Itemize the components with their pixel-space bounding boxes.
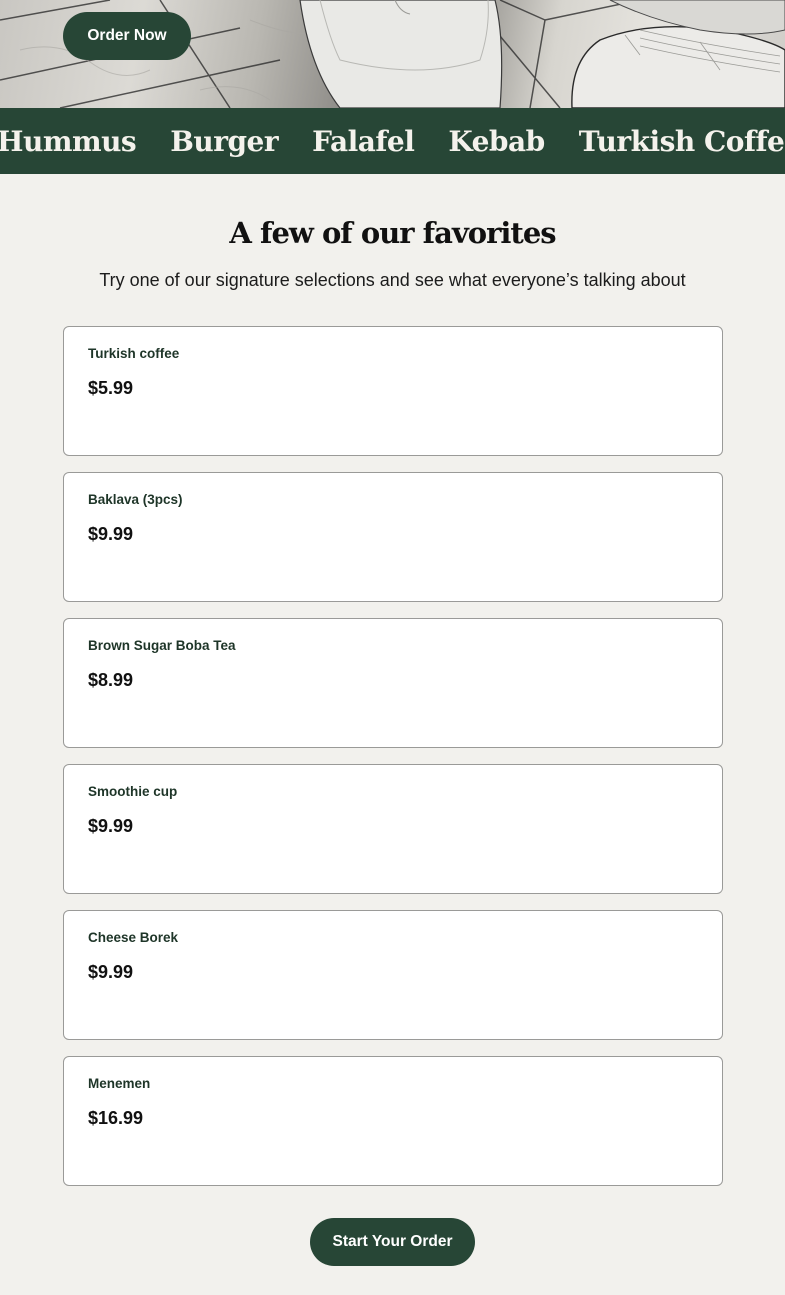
marquee-item: Turkish Coffe xyxy=(578,124,785,158)
favorites-title: A few of our favorites xyxy=(229,216,556,250)
menu-item-price: $9.99 xyxy=(88,816,134,836)
menu-item-name: Turkish coffee xyxy=(88,346,180,361)
menu-item-price: $8.99 xyxy=(88,670,134,690)
marquee-track: Hummus Burger Falafel Kebab Turkish Coff… xyxy=(0,108,785,174)
menu-item-price: $16.99 xyxy=(88,1108,144,1128)
favorites-subtitle: Try one of our signature selections and … xyxy=(99,270,686,290)
start-order-button[interactable]: Start Your Order xyxy=(310,1218,475,1266)
order-now-button[interactable]: Order Now xyxy=(63,12,191,60)
menu-item-price: $9.99 xyxy=(88,524,134,544)
menu-item-name: Cheese Borek xyxy=(88,930,179,945)
menu-item-name: Baklava (3pcs) xyxy=(88,492,183,507)
menu-item-name: Smoothie cup xyxy=(88,784,178,799)
menu-item-card[interactable]: Smoothie cup $9.99 xyxy=(63,764,723,894)
marquee-item: Falafel xyxy=(312,124,415,158)
menu-item-price: $5.99 xyxy=(88,378,134,398)
menu-item-card[interactable]: Baklava (3pcs) $9.99 xyxy=(63,472,723,602)
marquee-item: Burger xyxy=(170,124,279,158)
menu-item-name: Brown Sugar Boba Tea xyxy=(88,638,236,653)
menu-item-name: Menemen xyxy=(88,1076,151,1091)
menu-item-card[interactable]: Menemen $16.99 xyxy=(63,1056,723,1186)
menu-item-price: $9.99 xyxy=(88,962,134,982)
hero-banner: Order Now xyxy=(0,0,785,108)
favorites-list: Turkish coffee $5.99 Baklava (3pcs) $9.9… xyxy=(63,326,723,1202)
menu-marquee: Hummus Burger Falafel Kebab Turkish Coff… xyxy=(0,108,785,174)
menu-item-card[interactable]: Turkish coffee $5.99 xyxy=(63,326,723,456)
menu-item-card[interactable]: Cheese Borek $9.99 xyxy=(63,910,723,1040)
marquee-item: Kebab xyxy=(448,124,545,158)
marquee-item: Hummus xyxy=(0,124,137,158)
menu-item-card[interactable]: Brown Sugar Boba Tea $8.99 xyxy=(63,618,723,748)
